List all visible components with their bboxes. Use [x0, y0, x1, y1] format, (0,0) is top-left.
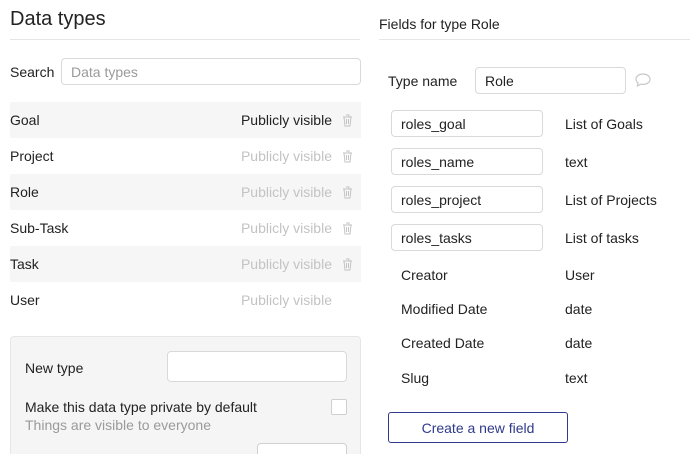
- trash-icon[interactable]: [342, 186, 353, 199]
- new-type-form: New type Make this data type private by …: [10, 336, 361, 454]
- fields-panel: Fields for type Role Type name List of G…: [370, 0, 690, 454]
- type-row-role[interactable]: Role Publicly visible: [10, 174, 361, 210]
- field-name-input[interactable]: [391, 186, 543, 213]
- page-title: Data types: [10, 8, 106, 30]
- data-types-panel: Data types Search Goal Publicly visible …: [0, 0, 370, 454]
- fields-divider: [379, 39, 690, 40]
- field-name: Creator: [401, 267, 448, 283]
- field-row-roles-project: List of Projects: [391, 186, 681, 213]
- field-row-creator: Creator User: [391, 261, 681, 288]
- new-type-input[interactable]: [167, 351, 347, 382]
- field-row-slug: Slug text: [391, 364, 681, 391]
- field-name-input[interactable]: [391, 224, 543, 251]
- field-name-input[interactable]: [391, 148, 543, 175]
- field-type[interactable]: List of tasks: [565, 230, 639, 246]
- type-name-label: Type name: [388, 73, 458, 89]
- field-type: text: [565, 370, 588, 386]
- visibility-status[interactable]: Publicly visible: [241, 220, 332, 236]
- search-input[interactable]: [61, 58, 361, 85]
- field-name-input[interactable]: [391, 110, 543, 137]
- type-row-project[interactable]: Project Publicly visible: [10, 138, 361, 174]
- type-name-input[interactable]: [475, 67, 626, 94]
- visibility-status[interactable]: Publicly visible: [241, 148, 332, 164]
- visibility-status[interactable]: Publicly visible: [241, 256, 332, 272]
- field-type[interactable]: List of Projects: [565, 192, 657, 208]
- type-name: Project: [10, 148, 54, 164]
- type-name: Role: [10, 184, 39, 200]
- field-row-created-date: Created Date date: [391, 329, 681, 356]
- field-type: date: [565, 301, 593, 317]
- private-default-label: Make this data type private by default: [25, 399, 257, 415]
- field-name: Created Date: [401, 335, 485, 351]
- create-type-button[interactable]: [257, 443, 347, 454]
- field-type[interactable]: List of Goals: [565, 116, 643, 132]
- trash-icon[interactable]: [342, 258, 353, 271]
- type-row-user[interactable]: User Publicly visible: [10, 282, 361, 318]
- field-type[interactable]: text: [565, 154, 588, 170]
- search-label: Search: [10, 64, 55, 80]
- field-row-roles-goal: List of Goals: [391, 110, 681, 137]
- type-name: Goal: [10, 112, 40, 128]
- trash-icon[interactable]: [342, 114, 353, 127]
- visibility-status[interactable]: Publicly visible: [241, 112, 332, 128]
- field-type: User: [565, 267, 595, 283]
- field-name: Modified Date: [401, 301, 488, 317]
- new-type-label: New type: [25, 360, 84, 376]
- title-divider: [10, 39, 360, 40]
- type-name: Task: [10, 256, 39, 272]
- trash-icon[interactable]: [342, 222, 353, 235]
- type-row-goal[interactable]: Goal Publicly visible: [10, 102, 361, 138]
- comment-icon[interactable]: [634, 72, 652, 88]
- field-row-modified-date: Modified Date date: [391, 295, 681, 322]
- fields-panel-title: Fields for type Role: [379, 16, 500, 32]
- field-name: Slug: [401, 370, 430, 386]
- trash-icon[interactable]: [342, 150, 353, 163]
- field-row-roles-tasks: List of tasks: [391, 224, 681, 251]
- visibility-status[interactable]: Publicly visible: [241, 184, 332, 200]
- data-type-list: Goal Publicly visible Project Publicly v…: [10, 102, 361, 318]
- type-name: Sub-Task: [10, 220, 69, 236]
- private-default-checkbox[interactable]: [331, 399, 347, 415]
- type-row-task[interactable]: Task Publicly visible: [10, 246, 361, 282]
- visibility-status[interactable]: Publicly visible: [241, 292, 332, 308]
- type-name: User: [10, 292, 40, 308]
- create-new-field-button[interactable]: Create a new field: [388, 412, 568, 443]
- private-default-sublabel: Things are visible to everyone: [25, 417, 211, 433]
- field-row-roles-name: text: [391, 148, 681, 175]
- field-type: date: [565, 335, 593, 351]
- type-row-sub-task[interactable]: Sub-Task Publicly visible: [10, 210, 361, 246]
